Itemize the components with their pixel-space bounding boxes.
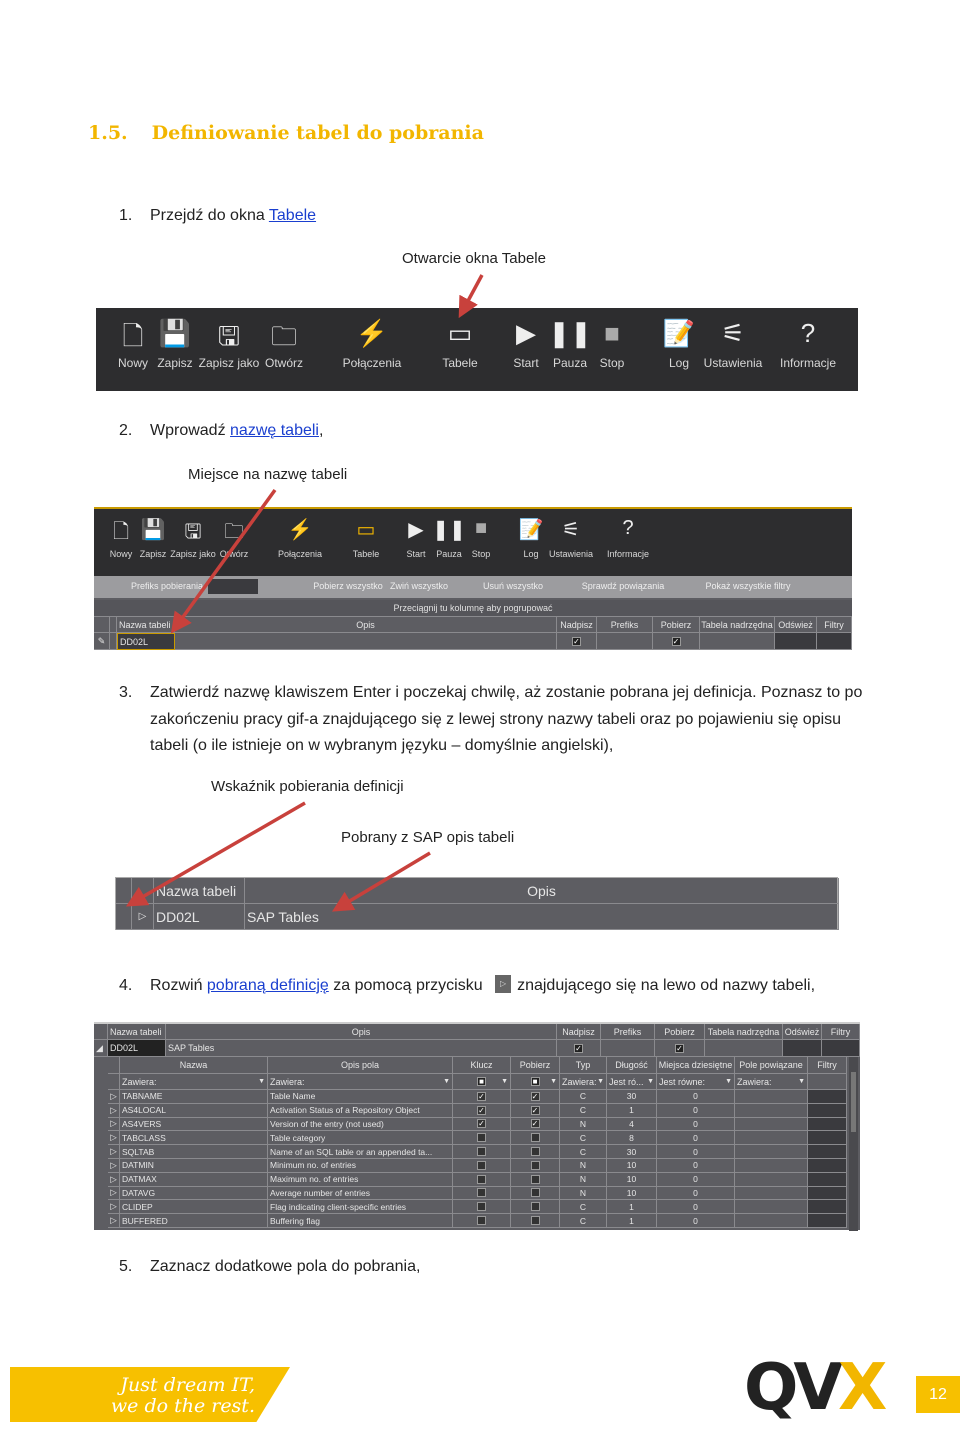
annotation-arrows [125,274,484,912]
slogan: Just dream IT, we do the rest. [110,1374,255,1417]
arrow-to-name-cell [170,488,277,634]
arrow-to-desc [331,851,431,912]
qvx-logo: QVX [744,1351,887,1425]
arrow-to-indicator [125,801,306,907]
page-number: 12 [916,1376,960,1413]
arrow-to-tables [458,274,484,319]
